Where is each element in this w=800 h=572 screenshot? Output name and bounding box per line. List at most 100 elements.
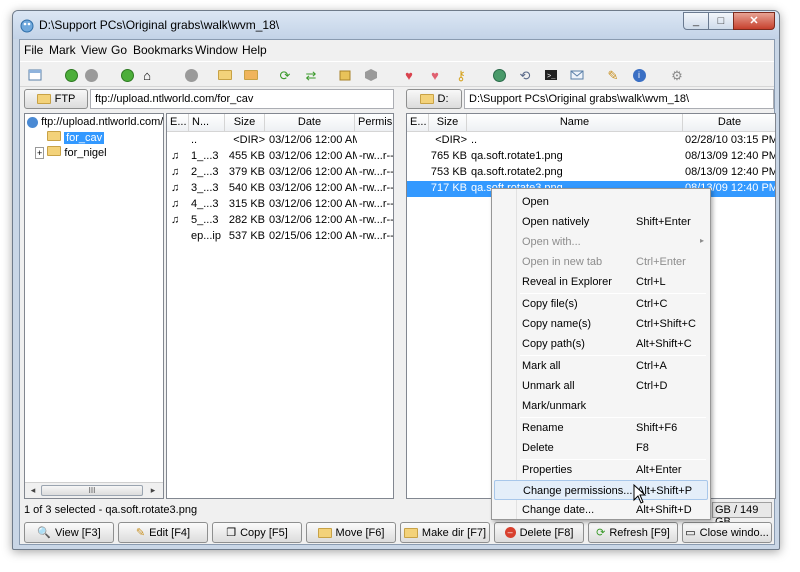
menu-help[interactable]: Help — [242, 43, 267, 57]
delete-button[interactable]: – Delete [F8] — [494, 522, 584, 543]
folder-remove-icon[interactable] — [242, 66, 260, 84]
menu-view[interactable]: View — [81, 43, 107, 57]
move-button[interactable]: Move [F6] — [306, 522, 396, 543]
file-name: .. — [191, 134, 198, 146]
bookmark-add-icon[interactable]: ♥ — [400, 66, 418, 84]
col-ext[interactable]: E... — [407, 114, 429, 132]
col-date[interactable]: Date — [265, 114, 355, 132]
menu-item-mark-all[interactable]: Mark all Ctrl+A — [494, 356, 708, 376]
tree-item-for-cav[interactable]: for_cav — [47, 131, 105, 144]
col-size[interactable]: Size — [225, 114, 265, 132]
file-permissions: -rw...r-- — [359, 198, 394, 210]
make-dir-button[interactable]: Make dir [F7] — [400, 522, 490, 543]
menu-item-change-date[interactable]: Change date... Alt+Shift+D — [494, 500, 708, 520]
close-button[interactable]: ✕ — [733, 12, 775, 30]
menu-item-delete[interactable]: Delete F8 — [494, 438, 708, 458]
table-row[interactable]: ep...ip 537 KB 02/15/06 12:00 AM -rw...r-- — [167, 229, 393, 245]
menu-item-label: Mark all — [522, 360, 561, 372]
table-row[interactable]: ♫ 2_...3 379 KB 03/12/06 12:00 AM -rw...r-- — [167, 165, 393, 181]
mail-icon[interactable] — [568, 66, 586, 84]
info-icon[interactable]: i — [630, 66, 648, 84]
wand-icon[interactable]: ✎ — [604, 66, 622, 84]
expand-icon[interactable]: + — [35, 147, 45, 159]
tree-horizontal-scrollbar[interactable]: ◂ III ▸ — [25, 482, 163, 498]
new-folder-icon[interactable] — [216, 66, 234, 84]
go-forward-icon[interactable] — [62, 66, 80, 84]
table-row[interactable]: ✎765 KBqa.soft.rotate1.png08/13/09 12:40… — [407, 149, 775, 165]
menu-item-shortcut: Alt+Enter — [636, 464, 682, 476]
view-button[interactable]: 🔍 View [F3] — [24, 522, 114, 543]
col-ext[interactable]: E... — [167, 114, 189, 132]
col-name[interactable]: N... — [189, 114, 225, 132]
go-up-icon[interactable] — [118, 66, 136, 84]
bookmarks-icon[interactable]: ♥ — [426, 66, 444, 84]
menu-item-label: Properties — [522, 464, 573, 476]
col-size[interactable]: Size — [429, 114, 467, 132]
tree-root[interactable]: ftp://upload.ntlworld.com/ — [27, 116, 163, 128]
minimize-button[interactable]: _ — [683, 12, 709, 30]
menu-file[interactable]: File — [24, 43, 43, 57]
refresh-icon: ⟳ — [596, 527, 606, 539]
new-window-icon[interactable] — [26, 66, 44, 84]
table-row[interactable]: ✎753 KBqa.soft.rotate2.png08/13/09 12:40… — [407, 165, 775, 181]
home-icon[interactable]: ⌂ — [138, 66, 156, 84]
menu-item-reveal-in-explorer[interactable]: Reveal in Explorer Ctrl+L — [494, 272, 708, 292]
menu-item-rename[interactable]: Rename Shift+F6 — [494, 418, 708, 438]
col-name[interactable]: Name — [467, 114, 683, 132]
scroll-left-icon[interactable]: ◂ — [27, 485, 39, 496]
title-bar[interactable]: D:\Support PCs\Original grabs\walk\wvm_1… — [13, 11, 779, 39]
stop-icon[interactable] — [82, 66, 100, 84]
file-size: 379 KB — [228, 166, 265, 178]
settings-gear-icon[interactable]: ⚙ — [668, 66, 686, 84]
file-size: 537 KB — [228, 230, 265, 242]
edit-button[interactable]: ✎ Edit [F4] — [118, 522, 208, 543]
refresh-icon[interactable]: ⟳ — [276, 66, 294, 84]
right-path-input[interactable]: D:\Support PCs\Original grabs\walk\wvm_1… — [464, 89, 774, 109]
table-row[interactable]: ♫ 5_...3 282 KB 03/12/06 12:00 AM -rw...r-- — [167, 213, 393, 229]
table-row[interactable]: ♫ 4_...3 315 KB 03/12/06 12:00 AM -rw...r-- — [167, 197, 394, 213]
tree-item-for-nigel[interactable]: + for_nigel — [35, 146, 107, 159]
right-drive-button[interactable]: D: — [406, 89, 462, 109]
submenu-arrow-icon: ▸ — [700, 236, 705, 245]
menu-go[interactable]: Go — [111, 43, 127, 57]
col-date[interactable]: Date — [683, 114, 775, 132]
hexagon-icon[interactable] — [362, 66, 380, 84]
refresh-button[interactable]: ⟳ Refresh [F9] — [588, 522, 678, 543]
compare-icon[interactable]: ⟲ — [516, 66, 534, 84]
table-row[interactable]: .. <DIR> 03/12/06 12:00 AM — [167, 133, 393, 149]
left-drive-button[interactable]: FTP — [24, 89, 88, 109]
menu-bookmarks[interactable]: Bookmarks — [133, 43, 193, 57]
menu-item-properties[interactable]: Properties Alt+Enter — [494, 460, 708, 480]
scroll-right-icon[interactable]: ▸ — [147, 485, 159, 496]
table-row[interactable]: <DIR>.. 02/28/10 03:15 PM — [407, 133, 775, 149]
copy-button[interactable]: ❐ Copy [F5] — [212, 522, 302, 543]
file-date: 03/12/06 12:00 AM — [269, 182, 357, 194]
menu-item-open-natively[interactable]: Open natively Shift+Enter — [494, 212, 708, 232]
table-row[interactable]: ♫ 3_...3 540 KB 03/12/06 12:00 AM -rw...r-- — [167, 181, 393, 197]
toolbar: ⌂ ⟳ ⇄ ♥ ♥ ⚷ ⟲ >_ ✎ i ⚙ — [20, 61, 774, 87]
close-window-button[interactable]: ▭ Close windo... — [682, 522, 772, 543]
left-path-input[interactable]: ftp://upload.ntlworld.com/for_cav — [90, 89, 394, 109]
table-row[interactable]: ♫ 1_...3 455 KB 03/12/06 12:00 AM -rw...r-- — [167, 149, 393, 165]
menu-window[interactable]: Window — [195, 43, 238, 57]
menu-item-open[interactable]: Open — [494, 192, 708, 212]
disconnect-icon[interactable] — [182, 66, 200, 84]
menu-item-unmark-all[interactable]: Unmark all Ctrl+D — [494, 376, 708, 396]
sync-icon[interactable]: ⇄ — [302, 66, 320, 84]
context-menu: Open Open natively Shift+Enter Open with...… — [491, 188, 711, 520]
menu-mark[interactable]: Mark — [49, 43, 76, 57]
col-permissions[interactable]: Permis... — [355, 114, 393, 132]
menu-item-copy-path-s[interactable]: Copy path(s) Alt+Shift+C — [494, 334, 708, 354]
menu-item-copy-name-s[interactable]: Copy name(s) Ctrl+Shift+C — [494, 314, 708, 334]
maximize-button[interactable]: □ — [708, 12, 734, 30]
terminal-icon[interactable]: >_ — [542, 66, 560, 84]
package-icon[interactable] — [336, 66, 354, 84]
menu-item-change-permissions[interactable]: Change permissions... Alt+Shift+P — [494, 480, 708, 500]
menu-item-mark-unmark[interactable]: Mark/unmark — [494, 396, 708, 416]
key-icon[interactable]: ⚷ — [452, 66, 470, 84]
tree-item-label: for_nigel — [64, 147, 107, 159]
network-icon[interactable] — [490, 66, 508, 84]
menu-item-copy-file-s[interactable]: Copy file(s) Ctrl+C — [494, 294, 708, 314]
scroll-thumb[interactable]: III — [41, 485, 143, 496]
menu-item-shortcut: Ctrl+Enter — [636, 256, 686, 268]
